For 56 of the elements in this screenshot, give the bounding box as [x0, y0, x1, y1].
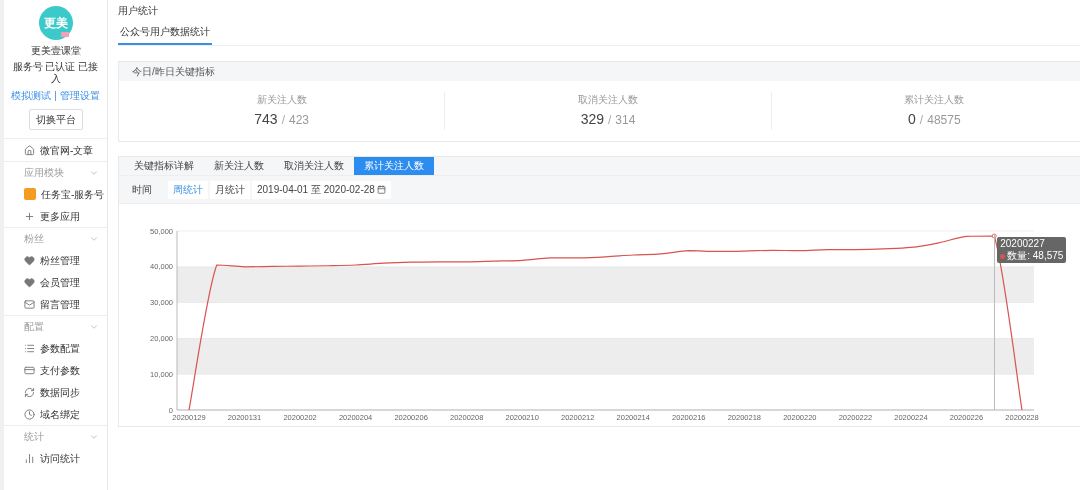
page-tab[interactable]: 公众号用户数据统计: [118, 20, 212, 45]
period-option[interactable]: 月统计: [210, 180, 250, 199]
menu-item[interactable]: 更多应用: [4, 205, 107, 227]
switch-platform-button[interactable]: 切换平台: [28, 109, 83, 130]
detail-tab[interactable]: 关键指标详解: [124, 157, 204, 175]
menu-item[interactable]: 会员管理: [4, 271, 107, 293]
calendar-icon: [376, 185, 386, 194]
date-range-field[interactable]: 2019-04-01 至 2020-02-28: [252, 180, 391, 199]
tooltip-value: 数量: 48,575: [1007, 250, 1064, 262]
account-status: 服务号 已认证 已接入: [11, 61, 100, 85]
metric-slash: /: [919, 112, 924, 129]
plus-icon: [24, 210, 35, 222]
breadcrumb: 用户统计: [118, 4, 159, 18]
hover-point: [991, 233, 997, 239]
metric-yesterday: 48575: [927, 112, 961, 129]
home-icon: [24, 144, 35, 156]
metric-slash: /: [608, 112, 612, 129]
logo-badge: [60, 32, 69, 37]
list-icon: [24, 342, 35, 354]
menu-item[interactable]: 参数配置: [4, 337, 107, 359]
account-name: 更美壹课堂: [30, 44, 81, 58]
time-label: 时间: [132, 183, 152, 197]
heart-icon: [24, 254, 35, 266]
metric-label: 新关注人数: [256, 93, 307, 107]
metric-label: 累计关注人数: [904, 93, 965, 107]
clock-icon: [24, 408, 35, 420]
metric-label: 取消关注人数: [578, 93, 638, 107]
card-header: 今日/昨日关键指标: [119, 62, 1080, 81]
mail-icon: [24, 298, 35, 310]
account-link[interactable]: 模拟测试: [11, 88, 52, 103]
heart-icon: [24, 276, 35, 288]
menu-item[interactable]: 粉丝管理: [4, 249, 107, 271]
period-option[interactable]: 周统计: [168, 180, 208, 199]
chart-icon: [24, 452, 35, 464]
account-link[interactable]: 管理设置: [59, 88, 100, 103]
menu-item[interactable]: 微官网-文章: [4, 139, 107, 161]
metric-yesterday: 314: [615, 112, 636, 129]
menu-item[interactable]: 支付参数: [4, 359, 107, 381]
detail-tab[interactable]: 取消关注人数: [274, 157, 354, 175]
menu-item[interactable]: 任务宝-服务号: [4, 183, 107, 205]
metric-today: 743: [254, 110, 278, 129]
menu-item[interactable]: 数据同步: [4, 381, 107, 403]
metric-yesterday: 423: [289, 112, 310, 129]
metric-today: 329: [580, 110, 604, 129]
metric-today: 0: [908, 110, 916, 129]
menu-item[interactable]: 域名绑定: [4, 403, 107, 425]
metric-slash: /: [281, 112, 285, 129]
menu-item[interactable]: 留言管理: [4, 293, 107, 315]
card-icon: [24, 364, 35, 376]
sync-icon: [24, 386, 35, 398]
detail-tab[interactable]: 新关注人数: [204, 157, 274, 175]
tooltip-title: 20200227: [1000, 238, 1046, 250]
link-separator: |: [54, 89, 57, 103]
menu-item[interactable]: 访问统计: [4, 447, 107, 469]
app-icon: [24, 188, 36, 200]
logo: 更美: [38, 6, 73, 40]
